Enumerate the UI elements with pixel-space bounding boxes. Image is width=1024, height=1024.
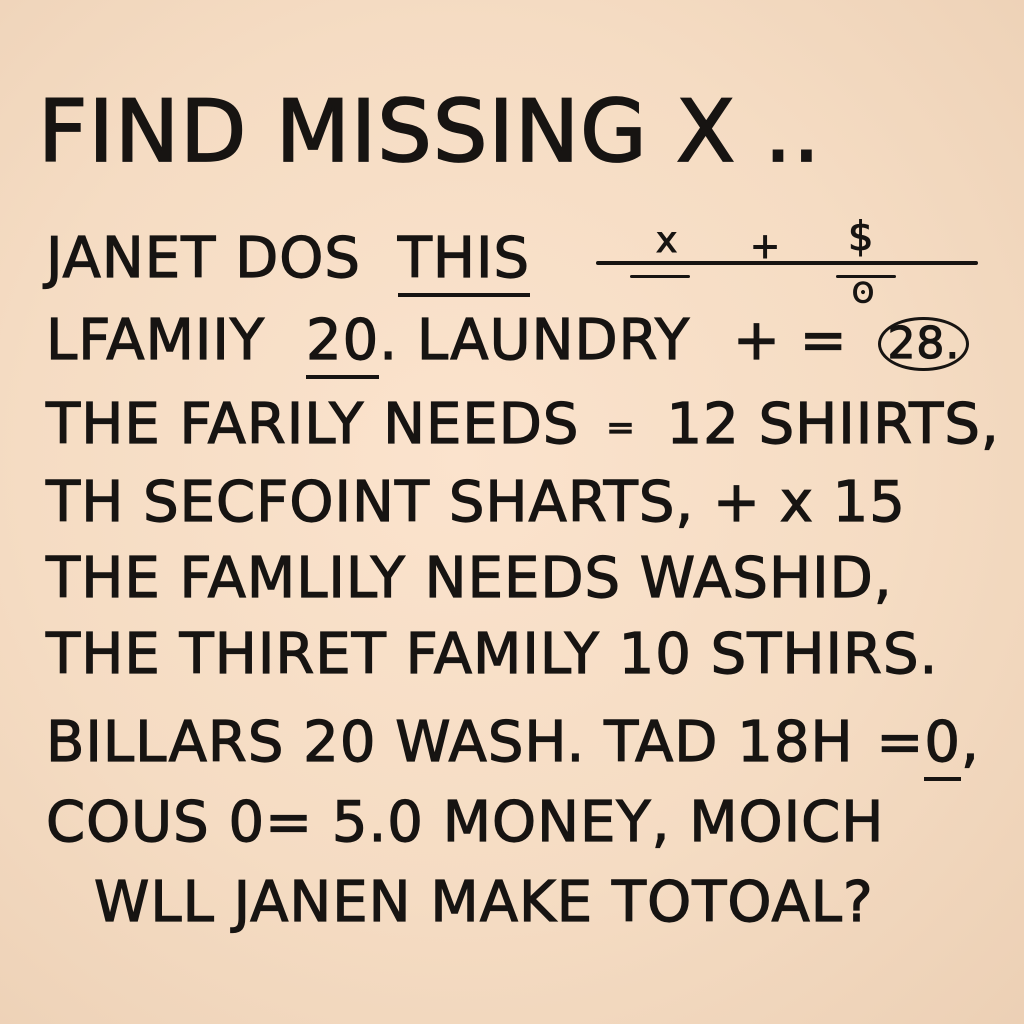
line-2-circled-number: 28. xyxy=(878,316,970,372)
line-2-word-a: LFAMIIY xyxy=(45,307,266,373)
formula-underbar-left xyxy=(630,275,690,278)
page-title: FIND MISSING X .. xyxy=(37,81,822,183)
text-line-4: TH SECFOINT SHARTS, + x 15 xyxy=(45,469,906,535)
line-2-operators: + = xyxy=(732,307,848,373)
line-7-zero: 0 xyxy=(924,709,961,781)
formula-bottom-dot: ʘ xyxy=(851,276,875,310)
line-3-symbol: = xyxy=(606,407,636,448)
line-7-text: BILLARS 20 WASH. TAD 18H xyxy=(45,709,854,775)
text-line-6: THE THIRET FAMILY 10 STHIRS. xyxy=(45,621,939,687)
text-line-9: WLL JANEN MAKE TOTOAL? xyxy=(93,869,874,935)
fraction-bar xyxy=(596,261,978,265)
line-1-text: JANET DOS xyxy=(45,225,361,291)
text-line-3: THE FARILY NEEDS = 12 SHIIRTS, xyxy=(45,391,1000,457)
line-3-word-b: 12 SHIIRTS, xyxy=(666,391,1000,457)
line-3-word-a: THE FARILY NEEDS xyxy=(45,391,580,457)
line-7-comma: , xyxy=(960,709,980,775)
text-line-8: COUS 0= 5.0 MONEY, MOICH xyxy=(45,789,885,855)
line-2-word-b: . LAUNDRY xyxy=(379,307,691,373)
line-7-equals: = xyxy=(876,709,925,775)
text-line-5: THE FAMLILY NEEDS WASHID, xyxy=(45,545,893,611)
text-line-1: JANET DOS THIS xyxy=(45,225,531,297)
formula-plus: + xyxy=(749,226,781,268)
formula-x: x xyxy=(655,220,678,262)
line-2-number: 20 xyxy=(305,307,380,379)
text-line-2: LFAMIIY 20. LAUNDRY + = 28. xyxy=(45,307,970,379)
handwritten-sheet: FIND MISSING X .. JANET DOS THIS x + $ ʘ… xyxy=(0,0,1024,1024)
text-line-7: BILLARS 20 WASH. TAD 18H =0, xyxy=(45,709,980,781)
formula-dollar: $ xyxy=(847,214,874,261)
line-1-underlined-word: THIS xyxy=(397,225,531,297)
